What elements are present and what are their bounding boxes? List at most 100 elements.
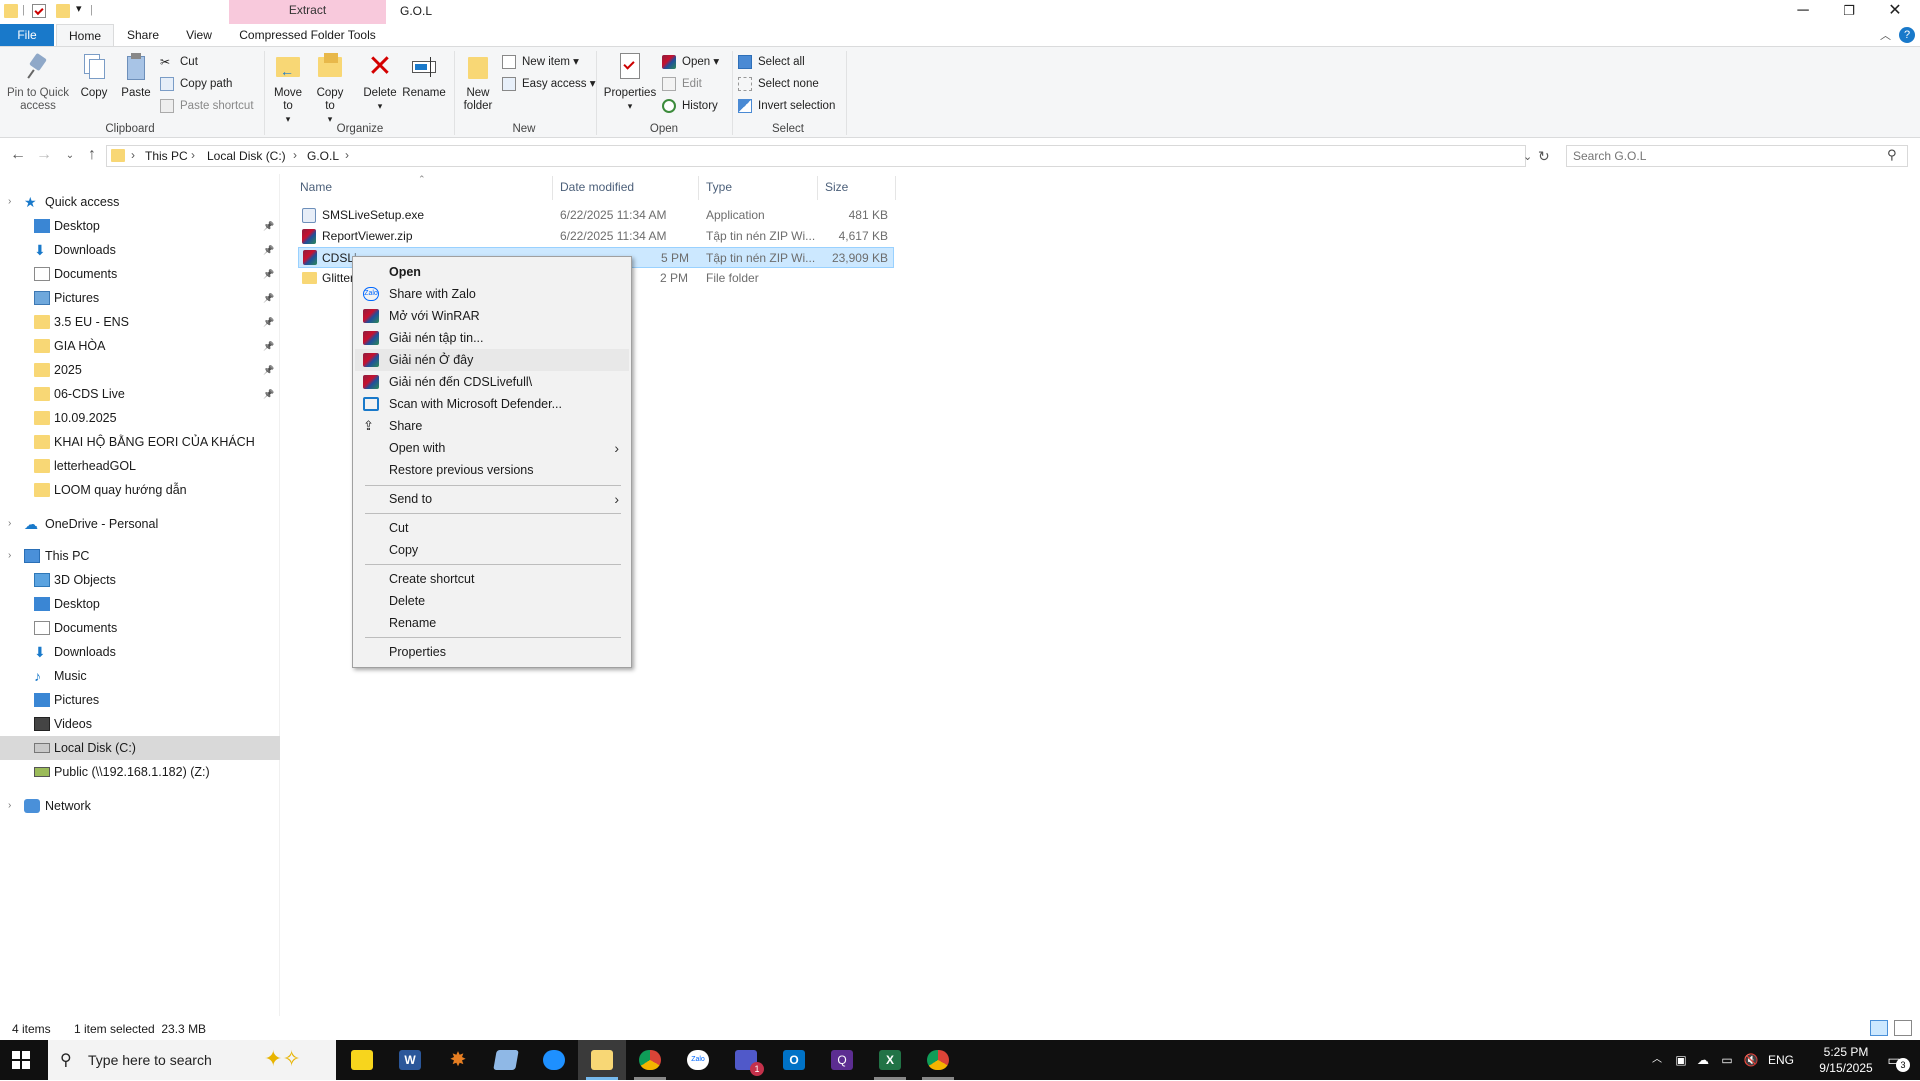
zalo-chat-app[interactable]: Zalo — [674, 1040, 722, 1080]
breadcrumb-gol[interactable]: G.O.L — [307, 149, 339, 163]
copy-to-button[interactable]: Copy to ▾ — [312, 51, 348, 126]
history-button[interactable]: History — [662, 97, 718, 115]
select-none-button[interactable]: Select none — [738, 75, 819, 93]
table-row[interactable]: ReportViewer.zip 6/22/2025 11:34 AM Tập … — [298, 226, 894, 247]
copy-path-button[interactable]: Copy path — [160, 75, 232, 93]
sidebar-item-quick-0[interactable]: Desktop 📌 — [0, 214, 280, 238]
nav-this-pc[interactable]: › This PC — [0, 544, 280, 568]
edit-button[interactable]: Edit — [662, 75, 702, 93]
sidebar-item-pc-0[interactable]: 3D Objects — [0, 568, 280, 592]
sidebar-item-quick-4[interactable]: 3.5 EU - ENS 📌 — [0, 310, 280, 334]
close-button[interactable]: ✕ — [1872, 0, 1918, 24]
cut-button[interactable]: ✂ Cut — [160, 53, 198, 71]
column-name[interactable]: Name — [300, 180, 332, 194]
breadcrumb-separator[interactable]: › — [191, 148, 195, 162]
breadcrumb-separator[interactable]: › — [293, 148, 297, 162]
sidebar-item-pc-4[interactable]: ♪ Music — [0, 664, 280, 688]
breadcrumb-separator[interactable]: › — [131, 148, 135, 162]
clock[interactable]: 5:25 PM 9/15/2025 — [1806, 1040, 1886, 1080]
column-divider[interactable] — [817, 176, 818, 200]
menu-item-properties[interactable]: Properties — [355, 641, 629, 663]
menu-item-open-with[interactable]: Open with › — [355, 437, 629, 459]
breadcrumb-separator[interactable]: › — [345, 148, 349, 162]
sidebar-item-quick-6[interactable]: 2025 📌 — [0, 358, 280, 382]
volume-muted-icon[interactable]: 🔇 — [1742, 1040, 1760, 1080]
column-divider[interactable] — [698, 176, 699, 200]
sidebar-item-pc-5[interactable]: Pictures — [0, 688, 280, 712]
chrome-app[interactable] — [626, 1040, 674, 1080]
move-to-button[interactable]: ← Move to ▾ — [270, 51, 306, 126]
expand-chevron-icon[interactable]: › — [8, 512, 11, 536]
menu-item-share-with-zalo[interactable]: Zalo Share with Zalo — [355, 283, 629, 305]
address-bar[interactable]: › This PC › Local Disk (C:) › G.O.L › ⌄ — [106, 145, 1532, 167]
sidebar-item-pc-1[interactable]: Desktop — [0, 592, 280, 616]
menu-item-send-to[interactable]: Send to › — [355, 488, 629, 510]
menu-item-cut[interactable]: Cut — [355, 517, 629, 539]
menu-item-copy[interactable]: Copy — [355, 539, 629, 561]
word-app[interactable]: W — [386, 1040, 434, 1080]
expand-chevron-icon[interactable]: › — [8, 544, 11, 568]
column-type[interactable]: Type — [706, 180, 732, 194]
onedrive-tray-icon[interactable]: ☁ — [1694, 1040, 1712, 1080]
rename-button[interactable]: Rename — [402, 51, 446, 100]
pin-to-quick-access-button[interactable]: Pin to Quick access — [6, 51, 70, 113]
notifications-icon[interactable]: ▭ 3 — [1876, 1040, 1912, 1080]
new-folder-button[interactable]: New folder — [460, 51, 496, 113]
menu-item-share[interactable]: ⇪ Share — [355, 415, 629, 437]
invert-selection-button[interactable]: Invert selection — [738, 97, 835, 115]
expand-chevron-icon[interactable]: › — [8, 794, 11, 818]
menu-item-open-with-winrar[interactable]: Mở với WinRAR — [355, 305, 629, 327]
delete-button[interactable]: ✕ Delete ▾ — [360, 51, 400, 113]
notepad-app[interactable] — [482, 1040, 530, 1080]
menu-item-extract-files[interactable]: Giải nén tập tin... — [355, 327, 629, 349]
new-item-button[interactable]: New item ▾ — [502, 53, 579, 71]
teams-app[interactable]: 1 — [722, 1040, 770, 1080]
customize-quick-access-icon[interactable]: ▾ — [76, 2, 82, 15]
sidebar-item-quick-7[interactable]: 06-CDS Live 📌 — [0, 382, 280, 406]
details-view-icon[interactable] — [1870, 1020, 1888, 1036]
zalo-taskbar-app[interactable] — [530, 1040, 578, 1080]
new-folder-icon[interactable] — [56, 4, 70, 18]
sidebar-item-pc-3[interactable]: ⬇ Downloads — [0, 640, 280, 664]
sidebar-item-pc-6[interactable]: Videos — [0, 712, 280, 736]
sidebar-item-pc-8[interactable]: Public (\\192.168.1.182) (Z:) — [0, 760, 280, 784]
chrome-app-2[interactable] — [914, 1040, 962, 1080]
menu-item-scan-defender[interactable]: Scan with Microsoft Defender... — [355, 393, 629, 415]
menu-item-delete[interactable]: Delete — [355, 590, 629, 612]
menu-item-rename[interactable]: Rename — [355, 612, 629, 634]
address-dropdown-chevron-icon[interactable]: ⌄ — [1523, 150, 1532, 163]
expand-chevron-icon[interactable]: › — [8, 190, 11, 214]
properties-button[interactable]: Properties ▾ — [602, 51, 658, 113]
windows-start-icon[interactable] — [12, 1051, 30, 1069]
select-all-button[interactable]: Select all — [738, 53, 805, 71]
table-row[interactable]: SMSLiveSetup.exe 6/22/2025 11:34 AM Appl… — [298, 205, 894, 226]
vs-app[interactable]: Q — [818, 1040, 866, 1080]
column-divider[interactable] — [552, 176, 553, 200]
breadcrumb-local-disk[interactable]: Local Disk (C:) — [207, 149, 286, 163]
show-hidden-icons-chevron-icon[interactable]: ︿ — [1648, 1040, 1666, 1080]
sidebar-item-pc-2[interactable]: Documents — [0, 616, 280, 640]
open-button[interactable]: Open ▾ — [662, 53, 719, 71]
search-input[interactable] — [1573, 148, 1873, 164]
column-size[interactable]: Size — [825, 180, 848, 194]
properties-icon[interactable] — [32, 4, 46, 18]
sidebar-item-pc-7[interactable]: Local Disk (C:) — [0, 736, 280, 760]
breadcrumb-this-pc[interactable]: This PC — [145, 149, 188, 163]
search-icon[interactable]: ⚲ — [1887, 147, 1897, 163]
recent-locations-chevron-icon[interactable]: ⌄ — [60, 150, 80, 161]
settings-app[interactable]: ✸ — [434, 1040, 482, 1080]
back-arrow-icon[interactable]: ← — [8, 146, 28, 164]
nav-onedrive[interactable]: › ☁ OneDrive - Personal — [0, 512, 280, 536]
network-tray-icon[interactable]: ▭ — [1718, 1040, 1736, 1080]
excel-app[interactable]: X — [866, 1040, 914, 1080]
collapse-ribbon-icon[interactable]: ︿ — [1880, 27, 1891, 43]
sidebar-item-quick-9[interactable]: KHAI HỘ BẰNG EORI CỦA KHÁCH — [0, 430, 280, 454]
tab-home[interactable]: Home — [56, 24, 114, 46]
file-explorer-app[interactable] — [578, 1040, 626, 1080]
sticky-notes-app[interactable] — [338, 1040, 386, 1080]
menu-item-restore-previous-versions[interactable]: Restore previous versions — [355, 459, 629, 481]
outlook-app[interactable]: O — [770, 1040, 818, 1080]
tab-file[interactable]: File — [0, 24, 54, 46]
sidebar-item-quick-11[interactable]: LOOM quay hướng dẫn — [0, 478, 280, 502]
language-indicator[interactable]: ENG — [1766, 1040, 1796, 1080]
